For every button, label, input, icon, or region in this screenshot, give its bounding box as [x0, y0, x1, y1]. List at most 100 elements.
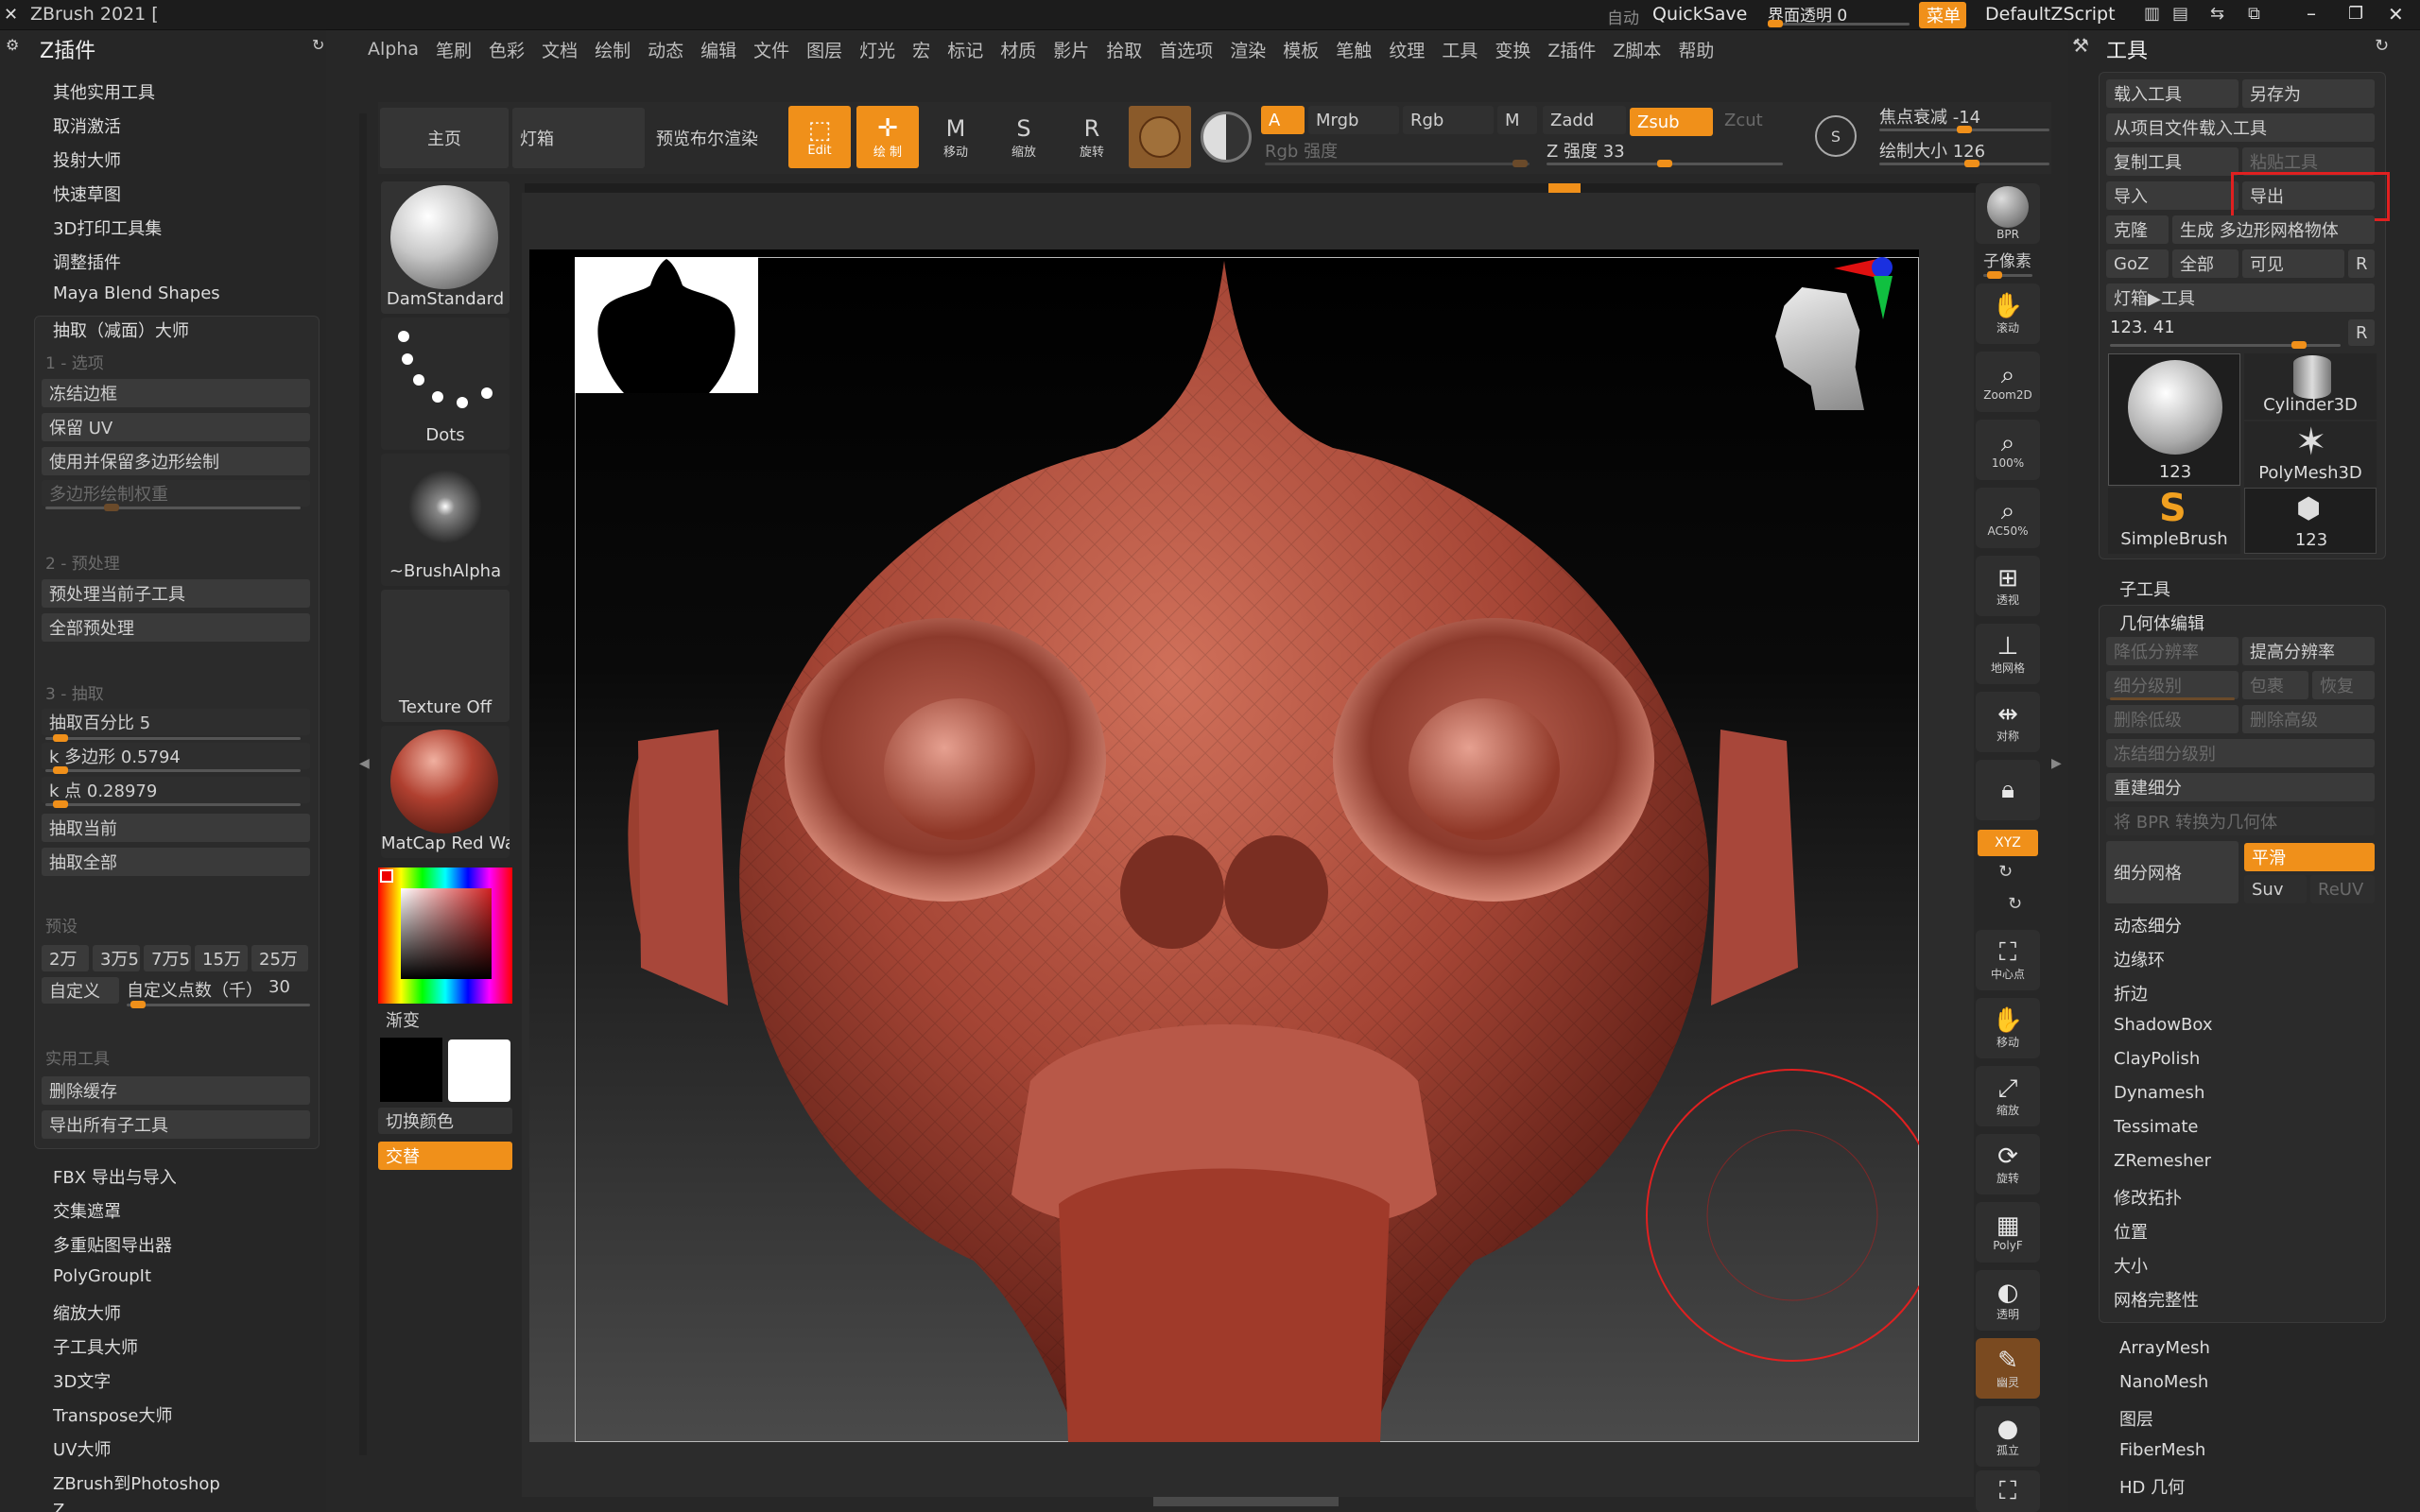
ui-transparency-slider[interactable]: 界面透明 0 — [1768, 2, 1910, 27]
mrgb-toggle[interactable]: Mrgb — [1308, 106, 1399, 134]
decimation-percentage-slider[interactable]: 抽取百分比 5 — [42, 709, 310, 735]
focal-shift-slider[interactable]: 焦点衰减 -14 — [1879, 104, 2049, 133]
perspective-button[interactable]: ⊞ 透视 — [1976, 556, 2040, 616]
claypolish-section[interactable]: ClayPolish — [2114, 1049, 2200, 1069]
geometry-section[interactable]: 几何体编辑 — [2119, 610, 2204, 635]
delete-cache-button[interactable]: 删除缓存 — [42, 1076, 310, 1105]
m-toggle[interactable]: M — [1497, 106, 1537, 134]
bpr-preview-button[interactable]: 预览布尔渲染 — [648, 108, 777, 168]
load-from-project-button[interactable]: 从项目文件载入工具 — [2106, 113, 2375, 142]
load-tool-button[interactable]: 载入工具 — [2106, 79, 2238, 108]
plugin-quicksketch[interactable]: 快速草图 — [53, 181, 121, 206]
plugin-transpose-master[interactable]: Transpose大师 — [53, 1402, 172, 1427]
shelf-scroll-thumb[interactable] — [1548, 183, 1581, 193]
nanomesh-section[interactable]: NanoMesh — [2119, 1372, 2208, 1392]
edge-loop-section[interactable]: 边缘环 — [2114, 947, 2165, 971]
arraymesh-section[interactable]: ArrayMesh — [2119, 1338, 2210, 1358]
higher-res-button[interactable]: 提高分辨率 — [2242, 637, 2375, 665]
swap-icon[interactable]: ⇆ — [2210, 4, 2224, 24]
copy-tool-button[interactable]: 复制工具 — [2106, 147, 2238, 176]
menu-macro[interactable]: 宏 — [904, 37, 939, 62]
layout-icon[interactable]: ▥ — [2144, 4, 2160, 24]
import-button[interactable]: 导入 — [2106, 181, 2238, 210]
divide-button[interactable]: 细分网格 — [2106, 841, 2238, 903]
polyframe-button[interactable]: ▦ PolyF — [1976, 1202, 2040, 1263]
yin-yang-icon[interactable] — [1201, 112, 1252, 163]
reconstruct-subdiv-button[interactable]: 重建细分 — [2106, 773, 2375, 801]
menu-brush[interactable]: 笔刷 — [427, 37, 480, 62]
move-mode-button[interactable]: M 移动 — [925, 106, 987, 168]
local-lock-button[interactable]: 🔒︎ — [1976, 760, 2040, 820]
focal-shift-knob[interactable] — [1957, 126, 1972, 133]
z-intensity-slider[interactable]: Z 强度 33 — [1547, 138, 1783, 167]
stroke-thumbnail[interactable]: Dots — [381, 318, 510, 450]
refresh-icon[interactable]: ↻ — [312, 36, 324, 54]
decimation-master-title[interactable]: 抽取（减面）大师 — [53, 318, 189, 342]
actual-size-button[interactable]: ⌕ 100% — [1976, 420, 2040, 480]
color-picker[interactable] — [378, 868, 512, 1004]
tool-thumb-simplebrush[interactable]: S SimpleBrush — [2108, 488, 2240, 554]
close-icon[interactable]: ✕ — [2388, 3, 2404, 26]
crease-section[interactable]: 折边 — [2114, 981, 2148, 1005]
plugin-misc-utilities[interactable]: 其他实用工具 — [53, 79, 155, 104]
menu-file[interactable]: 文件 — [745, 37, 798, 62]
draw-size-slider[interactable]: 绘制大小 126 — [1879, 138, 2049, 167]
dynamic-subdiv-section[interactable]: 动态细分 — [2114, 913, 2182, 937]
sdiv-slider[interactable]: 细分级别 — [2106, 671, 2238, 699]
subpixel-label[interactable]: 子像素 — [1983, 248, 2031, 271]
freeze-sdiv-button[interactable]: 冻结细分级别 — [2106, 739, 2375, 767]
tool-refresh-icon[interactable]: ↻ — [2375, 36, 2389, 56]
lightbox-tools-button[interactable]: 灯箱▶工具 — [2106, 284, 2375, 312]
menu-picker[interactable]: 拾取 — [1098, 37, 1150, 62]
goz-r-button[interactable]: R — [2348, 249, 2375, 278]
canvas-bottom-scroll[interactable] — [1153, 1497, 1339, 1506]
symmetry-button[interactable]: ⇹ 对称 — [1976, 692, 2040, 752]
document-canvas[interactable] — [529, 249, 1919, 1442]
panel-collapse-icon[interactable]: ⚙ — [6, 36, 19, 54]
decimate-all-button[interactable]: 抽取全部 — [42, 848, 310, 876]
collapse-left-icon[interactable]: ◀ — [359, 756, 370, 771]
plugin-scale-master[interactable]: 缩放大师 — [53, 1300, 121, 1325]
menu-color[interactable]: 色彩 — [480, 37, 533, 62]
plugin-uv-master[interactable]: UV大师 — [53, 1436, 112, 1461]
ghost-button[interactable]: ✎ 幽灵 — [1976, 1338, 2040, 1399]
material-thumbnail[interactable]: MatCap Red Wax — [381, 726, 510, 858]
zadd-toggle[interactable]: Zadd — [1543, 106, 1626, 134]
lightbox-button[interactable]: 灯箱 — [512, 108, 645, 168]
transparency-button[interactable]: ◐ 透明 — [1976, 1270, 2040, 1331]
plugin-3d-print-hub[interactable]: 3D打印工具集 — [53, 215, 162, 240]
freeze-borders-button[interactable]: 冻结边框 — [42, 379, 310, 407]
menu-light[interactable]: 灯光 — [851, 37, 904, 62]
tessimate-section[interactable]: Tessimate — [2114, 1117, 2198, 1137]
k-polys-slider[interactable]: k 多边形 0.5794 — [42, 743, 310, 769]
zoom2d-button[interactable]: ⌕ Zoom2D — [1976, 352, 2040, 412]
menu-movie[interactable]: 影片 — [1045, 37, 1098, 62]
layout-icon-2[interactable]: ▤ — [2172, 4, 2188, 24]
texture-thumbnail[interactable]: Texture Off — [381, 590, 510, 722]
hd-geometry-section[interactable]: HD 几何 — [2119, 1474, 2185, 1499]
color-saturation-square[interactable] — [401, 888, 492, 979]
alpha-thumbnail[interactable]: ~BrushAlpha — [381, 454, 510, 586]
tool-thumb-current[interactable]: 123 — [2108, 353, 2240, 486]
window-layout-icon[interactable]: ⧉ — [2248, 4, 2260, 24]
monkey-head-mesh[interactable] — [529, 249, 1919, 1442]
menu-material[interactable]: 材质 — [992, 37, 1045, 62]
bpr-to-geo-button[interactable]: 将 BPR 转换为几何体 — [2106, 807, 2375, 835]
subtool-section[interactable]: 子工具 — [2119, 576, 2170, 601]
preset-250k-button[interactable]: 25万 — [251, 945, 308, 971]
plugin-fbx-export-import[interactable]: FBX 导出与导入 — [53, 1164, 177, 1189]
scale-view-button[interactable]: ⤢ 缩放 — [1976, 1066, 2040, 1126]
modify-topology-section[interactable]: 修改拓扑 — [2114, 1185, 2182, 1210]
main-color-swatch[interactable] — [380, 1038, 442, 1102]
menu-transform[interactable]: 变换 — [1486, 37, 1539, 62]
plugin-zbrush-to-photoshop[interactable]: ZBrush到Photoshop — [53, 1470, 220, 1495]
maximize-icon[interactable]: ❐ — [2348, 4, 2363, 24]
shadowbox-section[interactable]: ShadowBox — [2114, 1015, 2212, 1035]
clone-button[interactable]: 克隆 — [2106, 215, 2169, 244]
save-as-button[interactable]: 另存为 — [2242, 79, 2375, 108]
z-intensity-knob[interactable] — [1657, 160, 1672, 167]
preset-150k-button[interactable]: 15万 — [195, 945, 248, 971]
plugin-multi-map-exporter[interactable]: 多重贴图导出器 — [53, 1232, 172, 1257]
dynamesh-section[interactable]: Dynamesh — [2114, 1083, 2204, 1103]
smooth-toggle[interactable]: 平滑 — [2244, 843, 2375, 871]
